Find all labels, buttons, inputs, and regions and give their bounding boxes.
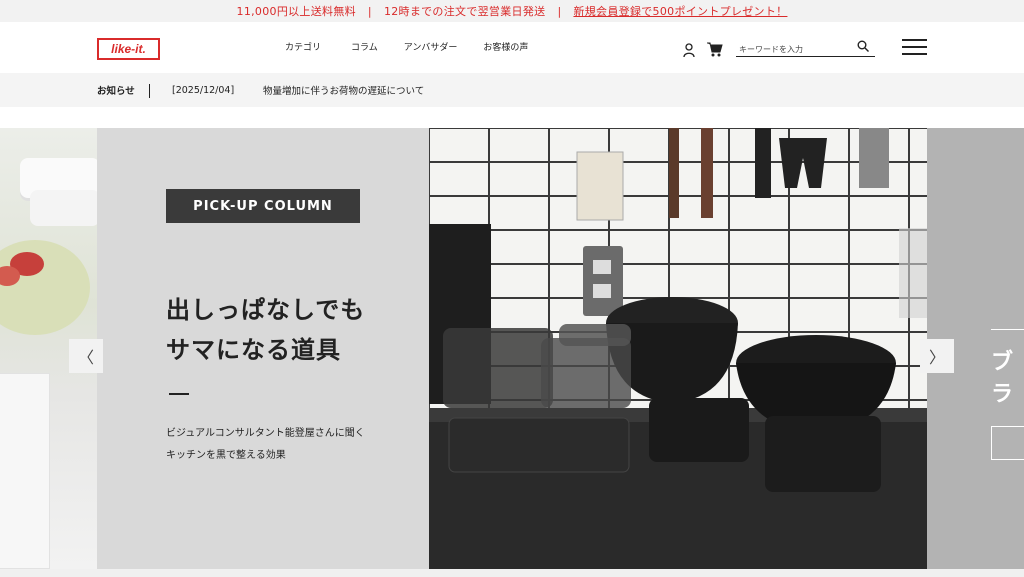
next-slide-divider: [991, 329, 1024, 330]
announcement-separator: |: [367, 4, 372, 18]
description-line-1: ビジュアルコンサルタント能登屋さんに聞く: [166, 428, 365, 439]
page-bottom-strip: [0, 569, 1024, 577]
storage-box: [0, 373, 50, 569]
menu-icon[interactable]: [902, 39, 927, 56]
kitchen-photo-illustration: [429, 128, 927, 569]
slide-description: ビジュアルコンサルタント能登屋さんに聞く キッチンを黒で整える効果: [166, 423, 365, 467]
headline-divider: [169, 393, 189, 395]
site-header: like-it. カテゴリ コラム アンバサダー お客様の声: [0, 22, 1024, 73]
logo-text: like-it.: [111, 42, 146, 56]
search-box: [736, 37, 875, 59]
announcement-separator: |: [557, 4, 562, 18]
nav-category[interactable]: カテゴリ: [285, 40, 321, 53]
slide-headline: 出しっぱなしでも サマになる道具: [166, 290, 365, 370]
white-container: [30, 190, 100, 226]
site-logo[interactable]: like-it.: [97, 38, 160, 60]
nav-column[interactable]: コラム: [351, 40, 378, 53]
current-slide-text-panel[interactable]: PICK-UP COLUMN 出しっぱなしでも サマになる道具 ビジュアルコンサ…: [97, 128, 429, 569]
pickup-column-badge: PICK-UP COLUMN: [166, 189, 360, 223]
green-plate: [0, 240, 90, 335]
news-bar: お知らせ [2025/12/04] 物量増加に伴うお荷物の遅延について: [0, 73, 1024, 107]
nav-ambassador[interactable]: アンバサダー: [404, 40, 458, 53]
description-line-2: キッチンを黒で整える効果: [166, 450, 286, 461]
announcement-next-day: 12時までの注文で翌営業日発送: [383, 5, 546, 18]
announcement-bar: 11,000円以上送料無料 | 12時までの注文で翌営業日発送 | 新規会員登録…: [0, 0, 1024, 22]
carousel-next-button[interactable]: 〉: [920, 339, 954, 373]
slide-photo-black-kitchenware[interactable]: [429, 128, 927, 569]
headline-line-1: 出しっぱなしでも: [166, 296, 366, 324]
carousel-prev-button[interactable]: 〈: [69, 339, 103, 373]
news-link[interactable]: 物量増加に伴うお荷物の遅延について: [263, 83, 424, 97]
search-icon[interactable]: [857, 40, 869, 52]
next-slide-button-partial[interactable]: [991, 426, 1024, 460]
announcement-signup-link[interactable]: 新規会員登録で500ポイントプレゼント！: [573, 3, 787, 19]
news-label: お知らせ: [97, 86, 135, 97]
news-divider: [149, 84, 150, 98]
next-slide-title-partial: ブラ: [991, 350, 1014, 407]
main-nav: カテゴリ コラム アンバサダー お客様の声: [285, 40, 528, 53]
user-icon[interactable]: [682, 42, 696, 58]
news-date: [2025/12/04]: [172, 84, 235, 96]
search-input[interactable]: [736, 40, 846, 59]
cart-icon[interactable]: [707, 42, 723, 57]
nav-customer-voice[interactable]: お客様の声: [483, 40, 528, 53]
hero-carousel: PICK-UP COLUMN 出しっぱなしでも サマになる道具 ビジュアルコンサ…: [0, 128, 1024, 569]
headline-line-2: サマになる道具: [166, 336, 341, 364]
announcement-free-shipping: 11,000円以上送料無料: [236, 5, 356, 18]
